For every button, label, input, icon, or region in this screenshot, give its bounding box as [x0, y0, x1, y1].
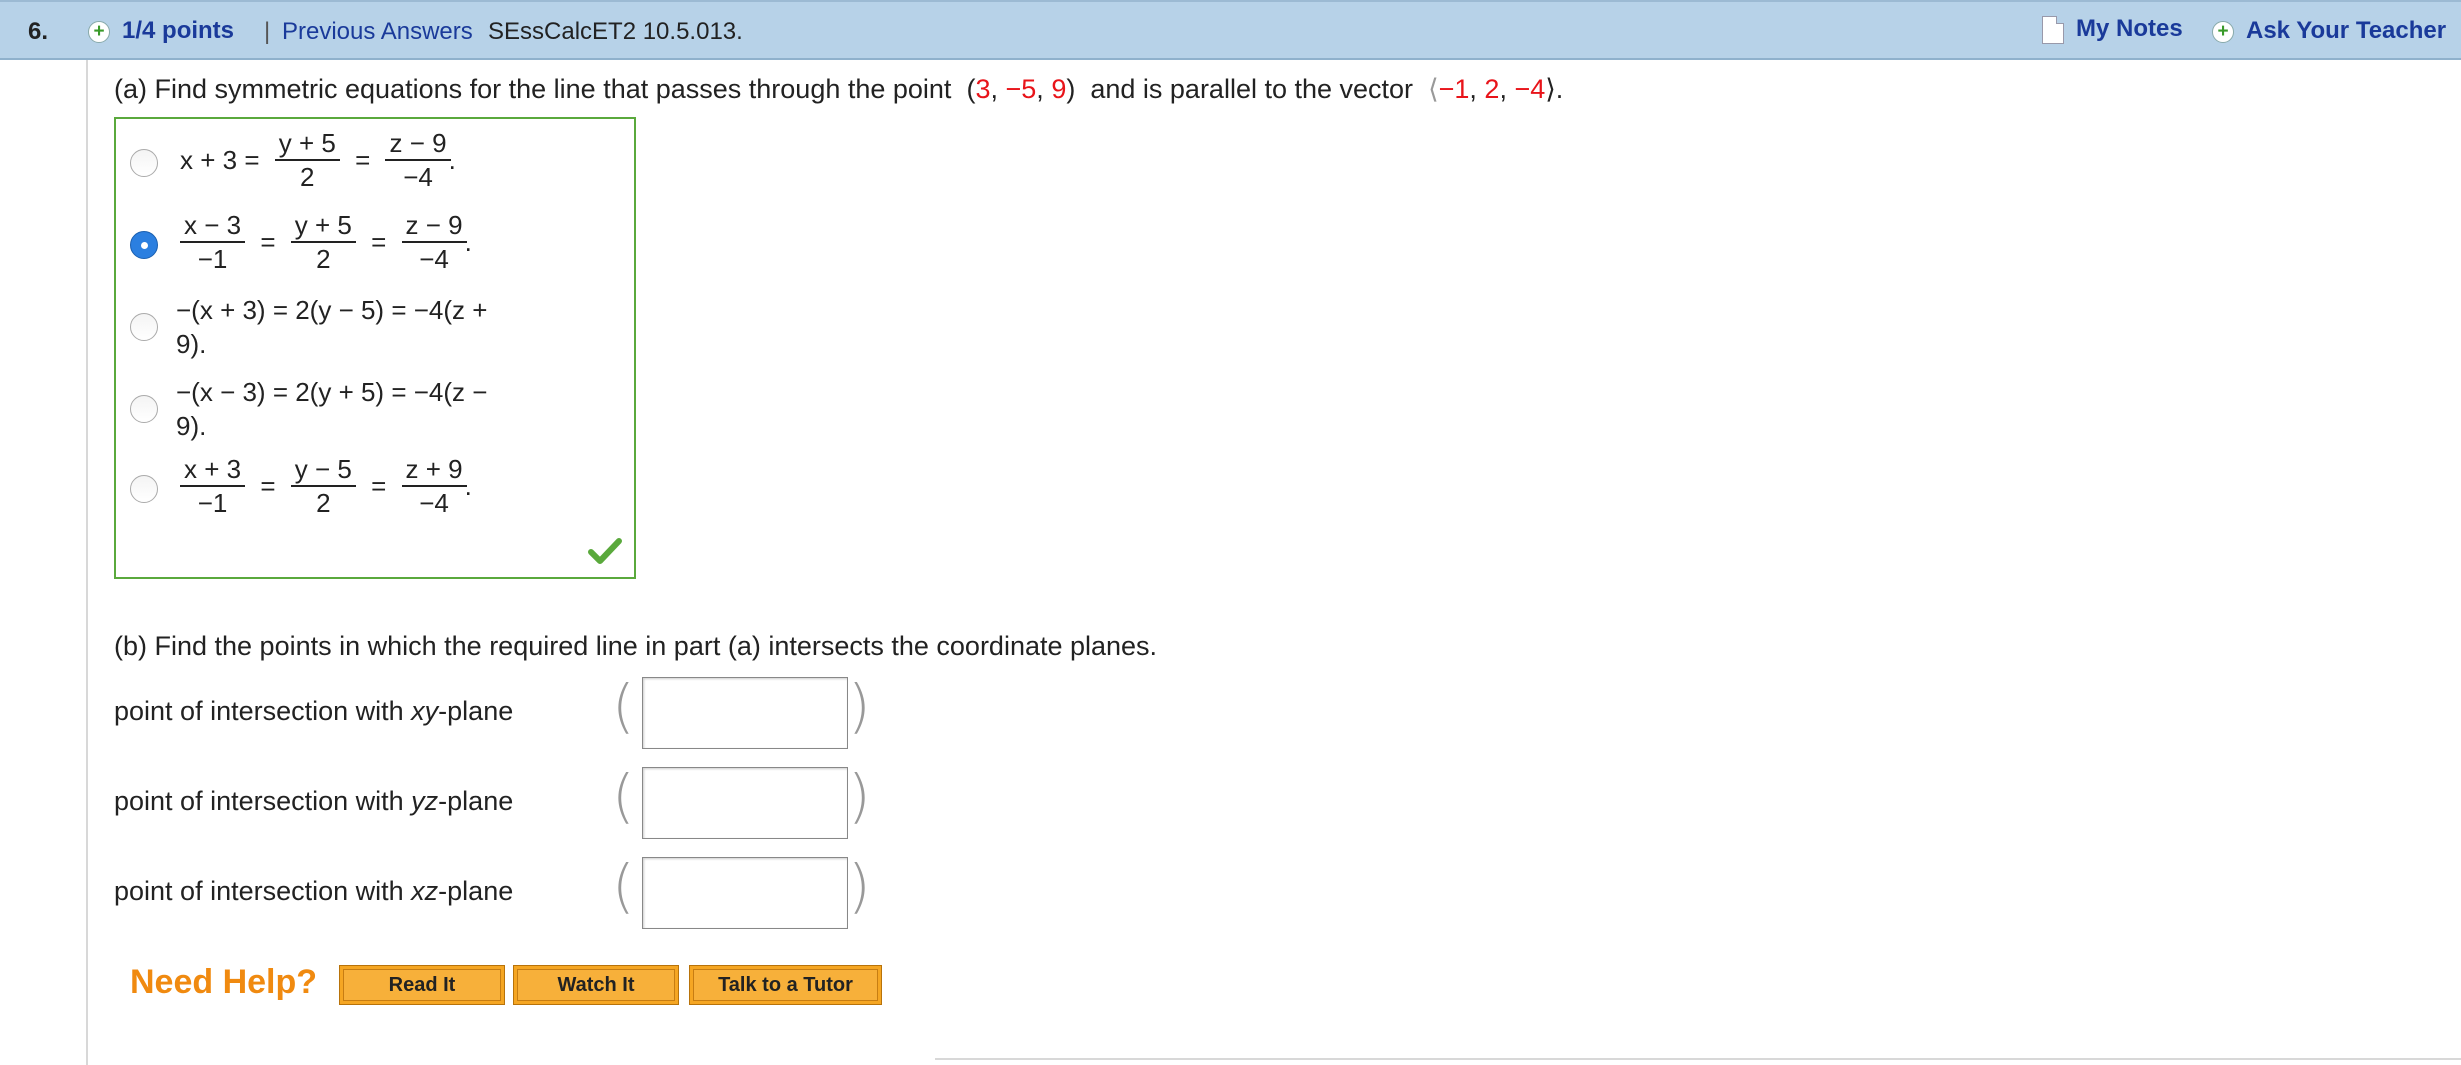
answer-options: x + 3 = y + 52 = z − 9 −4. x − 3 −1 = y + … — [114, 117, 636, 579]
plus-icon[interactable]: + — [2212, 20, 2234, 43]
ask-teacher-label[interactable]: Ask Your Teacher — [2246, 17, 2446, 44]
option-1-equation: x + 3 = y + 52 = z − 9 −4. — [180, 128, 456, 192]
option-3-radio[interactable] — [130, 313, 158, 341]
option-4-equation: −(x − 3) = 2(y + 5) = −4(z − 9). — [176, 377, 488, 441]
xy-close-paren: ) — [848, 672, 871, 740]
ask-teacher-button[interactable]: + Ask Your Teacher — [2212, 17, 2446, 45]
question-header: 6. +1/4 points | Previous Answers SEssCa… — [0, 0, 2461, 60]
points-label[interactable]: 1/4 points — [122, 17, 234, 44]
yz-close-paren: ) — [848, 762, 871, 830]
plus-icon[interactable]: + — [88, 20, 110, 43]
my-notes-button[interactable]: My Notes — [2042, 15, 2183, 44]
vector-x: −1 — [1438, 74, 1470, 104]
option-5-radio[interactable] — [130, 475, 158, 503]
xz-close-paren: ) — [848, 852, 871, 920]
talk-to-tutor-button[interactable]: Talk to a Tutor — [689, 965, 882, 1005]
xz-plane-label: point of intersection with xz-plane — [114, 876, 514, 906]
my-notes-label[interactable]: My Notes — [2076, 15, 2183, 42]
part-b-prompt: (b) Find the points in which the require… — [114, 631, 1158, 661]
xy-plane-label: point of intersection with xy-plane — [114, 696, 514, 726]
yz-plane-label: point of intersection with yz-plane — [114, 786, 514, 816]
option-2-radio[interactable] — [130, 231, 158, 259]
question-code: SEssCalcET2 10.5.013. — [488, 18, 743, 45]
header-separator: | — [264, 18, 271, 45]
left-divider — [86, 60, 88, 1065]
correct-check-icon — [588, 538, 622, 564]
vector-y: 2 — [1484, 74, 1500, 104]
xz-plane-input[interactable] — [642, 857, 848, 929]
option-4-radio[interactable] — [130, 395, 158, 423]
xz-open-paren: ( — [612, 852, 635, 920]
option-5-equation: x + 3 −1 = y − 52 = z + 9 −4. — [176, 453, 476, 519]
option-3-equation: −(x + 3) = 2(y − 5) = −4(z + 9). — [176, 295, 488, 359]
notes-document-icon[interactable] — [2042, 15, 2064, 44]
option-1-radio[interactable] — [130, 149, 158, 177]
part-a-prompt: (a) Find symmetric equations for the lin… — [114, 74, 1564, 104]
yz-plane-input[interactable] — [642, 767, 848, 839]
point-x: 3 — [975, 74, 991, 104]
point-z: 9 — [1051, 74, 1067, 104]
previous-answers-link[interactable]: Previous Answers — [282, 18, 473, 46]
option-2-equation: x − 3 −1 = y + 52 = z − 9 −4. — [176, 209, 476, 275]
read-it-button[interactable]: Read It — [339, 965, 505, 1005]
watch-it-button[interactable]: Watch It — [513, 965, 679, 1005]
question-number: 6. — [28, 18, 49, 45]
points-toggle[interactable]: +1/4 points — [88, 17, 234, 45]
need-help-label: Need Help? — [130, 963, 318, 1001]
point-y: −5 — [1005, 74, 1037, 104]
xy-open-paren: ( — [612, 672, 635, 740]
vector-z: −4 — [1514, 74, 1546, 104]
yz-open-paren: ( — [612, 762, 635, 830]
xy-plane-input[interactable] — [642, 677, 848, 749]
bottom-divider — [935, 1058, 2461, 1060]
